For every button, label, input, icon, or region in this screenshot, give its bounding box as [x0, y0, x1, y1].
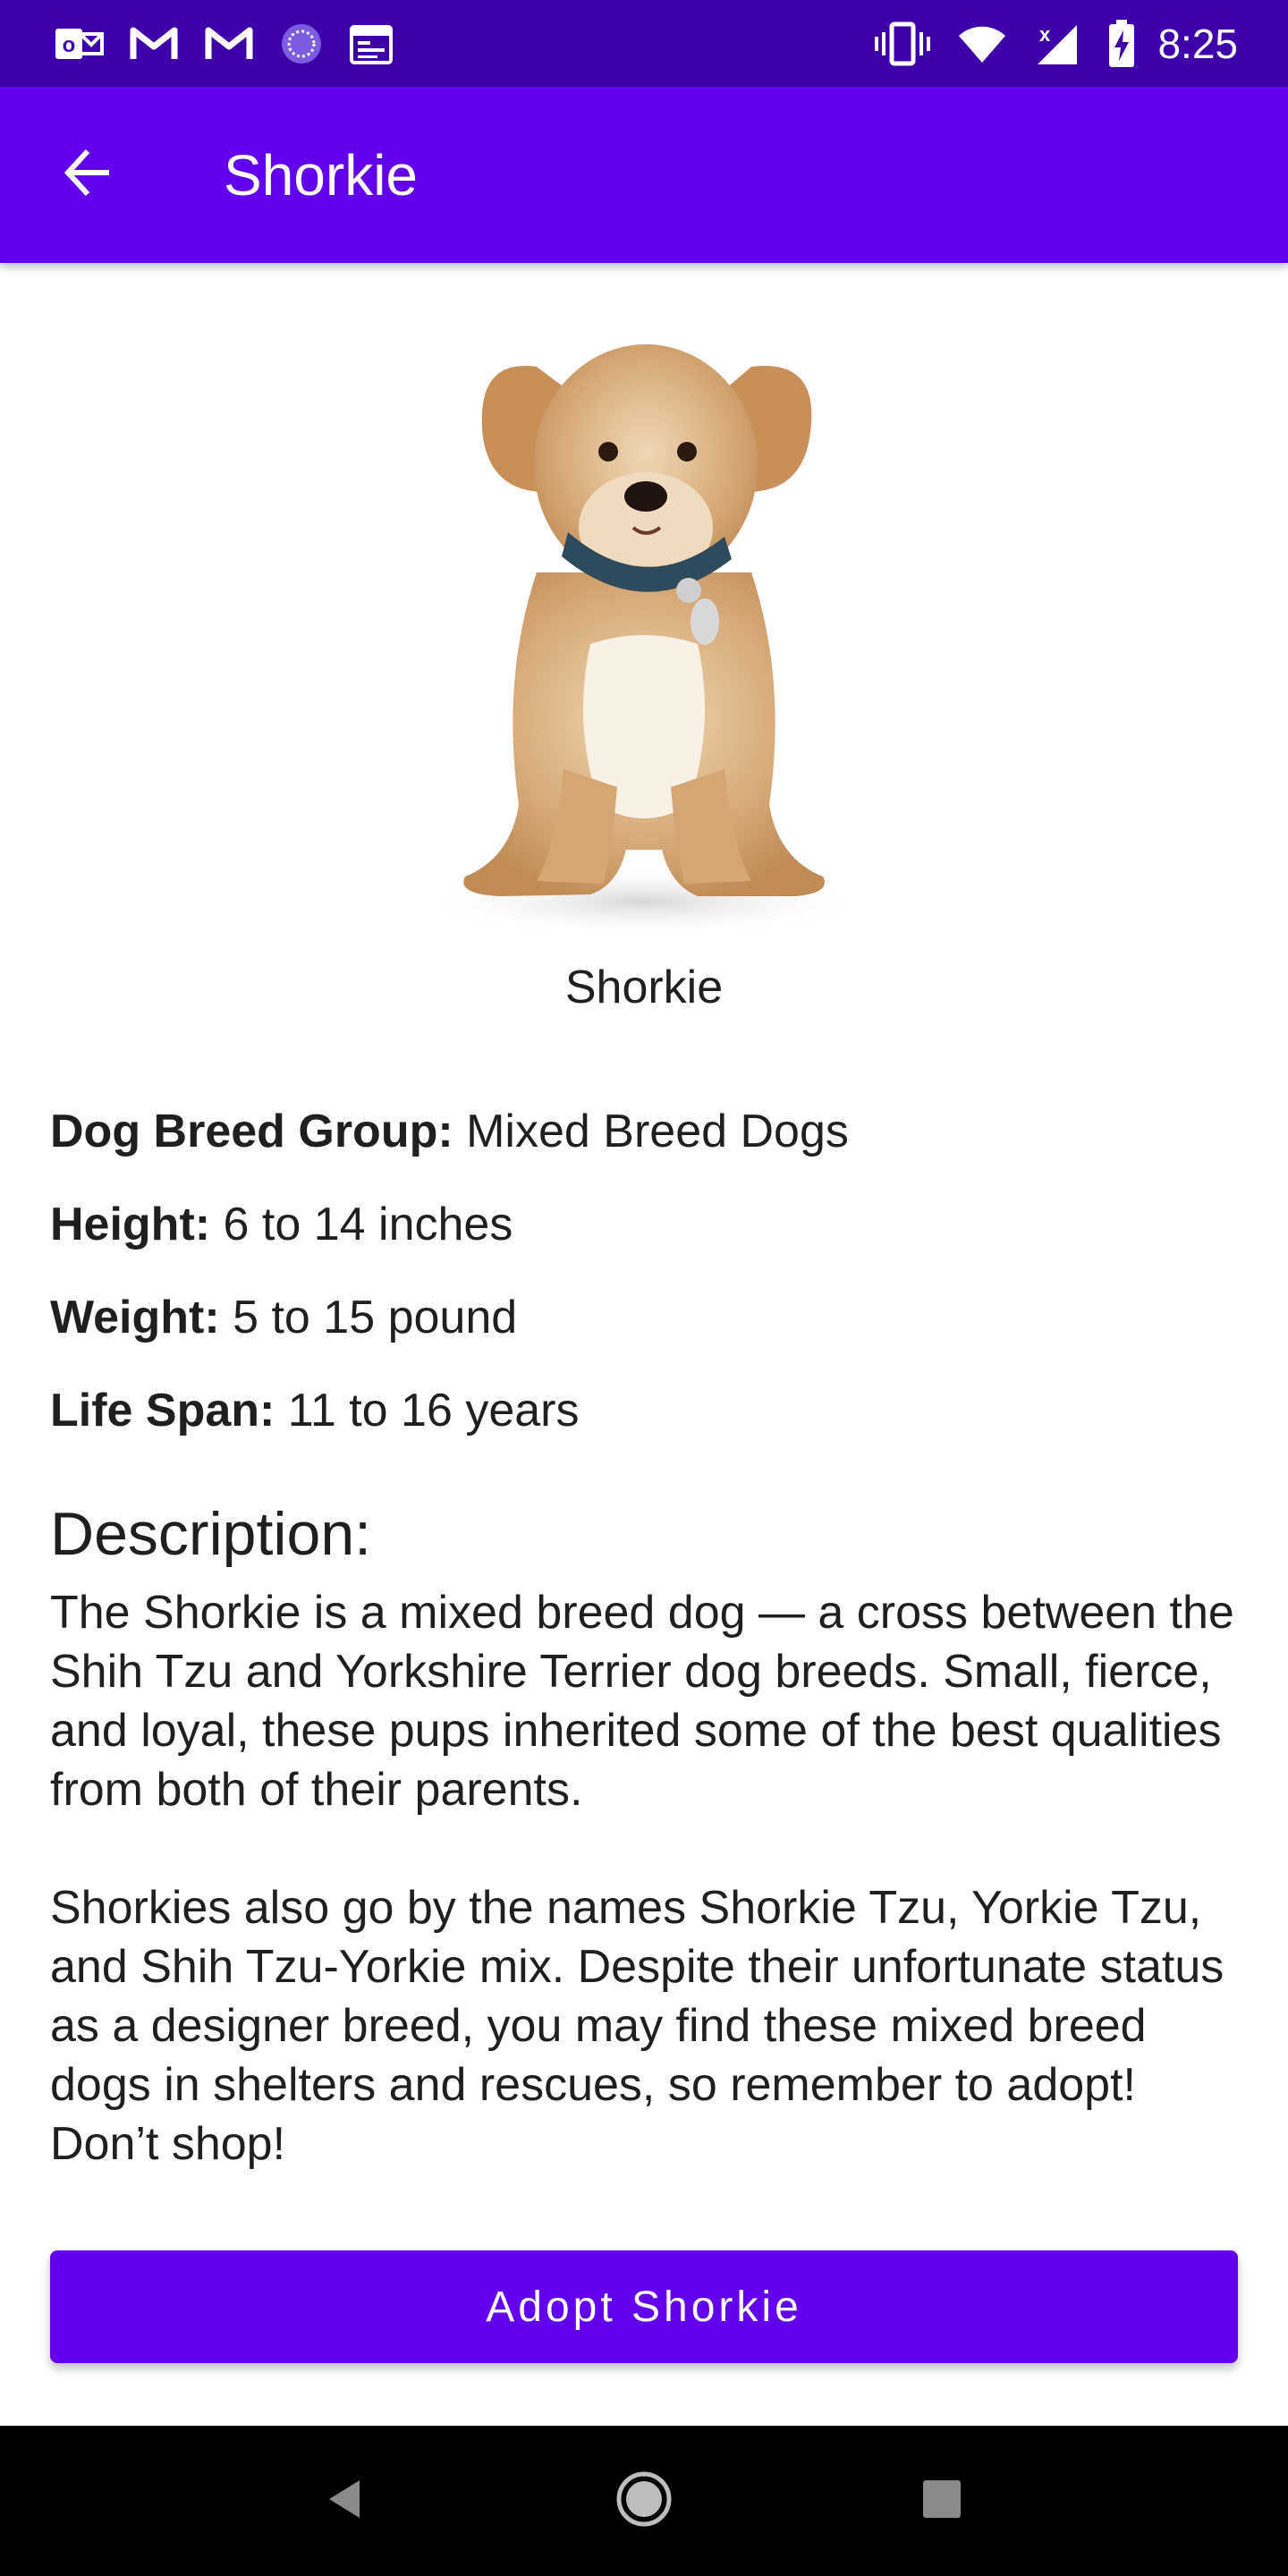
description-text: The Shorkie is a mixed breed dog — a cro…: [50, 1583, 1240, 2233]
nav-recents-button[interactable]: [897, 2456, 987, 2546]
arrow-back-icon: [61, 146, 114, 204]
fact-label: Dog Breed Group:: [50, 1106, 453, 1157]
signal-icon: x: [1034, 21, 1080, 66]
image-caption: Shorkie: [564, 962, 724, 1013]
page-title: Shorkie: [224, 142, 418, 208]
fact-label: Height:: [50, 1199, 211, 1250]
description-paragraph: The Shorkie is a mixed breed dog — a cro…: [50, 1587, 1234, 1816]
recents-square-icon: [921, 2479, 962, 2524]
nav-back-button[interactable]: [301, 2456, 391, 2546]
notification-icons: o: [54, 21, 419, 66]
fact-value: 11 to 16 years: [275, 1385, 580, 1436]
status-bar: o x 8:25: [0, 0, 1288, 87]
app-bar: Shorkie: [0, 87, 1288, 263]
fact-life-span: Life Span: 11 to 16 years: [50, 1381, 1240, 1474]
description-heading: Description:: [50, 1500, 372, 1568]
battery-charging-icon: [1107, 19, 1136, 68]
fact-value: 5 to 15 pound: [219, 1292, 518, 1343]
vibrate-icon: [875, 21, 931, 66]
dog-illustration: [420, 344, 868, 937]
fact-label: Life Span:: [50, 1385, 275, 1436]
breed-image: [0, 304, 1288, 957]
outlook-icon: o: [54, 23, 104, 64]
calendar-icon: [349, 21, 394, 66]
fact-label: Weight:: [50, 1292, 220, 1343]
gmail-icon: [204, 25, 254, 63]
back-triangle-icon: [324, 2477, 369, 2526]
home-circle-icon: [614, 2470, 674, 2533]
svg-text:o: o: [63, 33, 76, 57]
fact-value: Mixed Breed Dogs: [453, 1106, 849, 1157]
svg-text:x: x: [1039, 23, 1051, 46]
sync-icon: [279, 21, 324, 66]
description-paragraph: Shorkies also go by the names Shorkie Tz…: [50, 1882, 1224, 2170]
breed-facts: Dog Breed Group: Mixed Breed Dogs Height…: [50, 1102, 1240, 1474]
gmail-icon: [129, 25, 179, 63]
adopt-button[interactable]: Adopt Shorkie: [50, 2250, 1238, 2363]
wifi-icon: [957, 23, 1007, 64]
back-button[interactable]: [43, 131, 132, 220]
nav-home-button[interactable]: [599, 2456, 689, 2546]
fact-height: Height: 6 to 14 inches: [50, 1195, 1240, 1288]
fact-weight: Weight: 5 to 15 pound: [50, 1288, 1240, 1381]
system-nav-bar: [0, 2426, 1288, 2576]
system-icons: x 8:25: [848, 19, 1238, 68]
fact-value: 6 to 14 inches: [210, 1199, 513, 1250]
status-time: 8:25: [1157, 20, 1238, 67]
fact-breed-group: Dog Breed Group: Mixed Breed Dogs: [50, 1102, 1240, 1195]
